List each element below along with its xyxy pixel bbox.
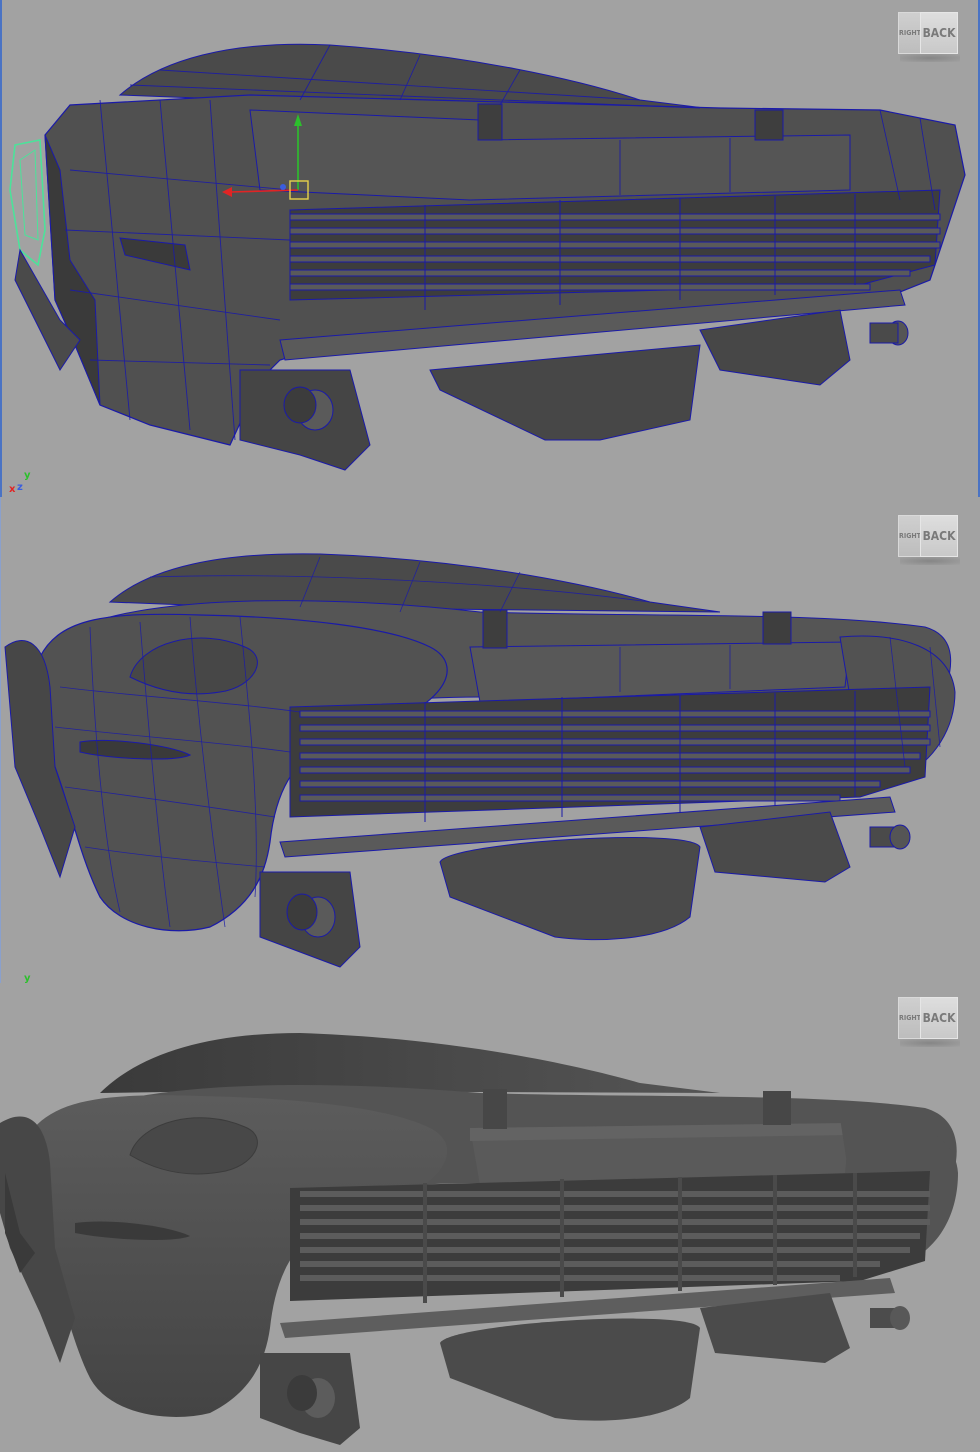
car-rear-mesh-low[interactable] <box>0 0 980 497</box>
viewcube-right-face[interactable]: RIGHT <box>898 515 922 557</box>
viewcube-icon[interactable]: RIGHT BACK <box>898 511 968 567</box>
axis-x-label: x <box>9 484 16 495</box>
viewport-wireframe-low[interactable]: RIGHT BACK y x z <box>0 0 980 497</box>
viewcube-shadow <box>900 557 960 565</box>
viewcube-shadow <box>900 54 960 62</box>
viewcube-icon[interactable]: RIGHT BACK <box>898 993 968 1049</box>
viewport-shaded-smooth[interactable]: RIGHT BACK <box>0 983 980 1452</box>
viewcube-back-face[interactable]: BACK <box>920 997 958 1039</box>
axis-y-label: y <box>24 973 31 983</box>
viewport-wireframe-smooth[interactable]: RIGHT BACK y <box>0 497 980 983</box>
viewcube-back-face[interactable]: BACK <box>920 12 958 54</box>
axis-y-label: y <box>24 470 31 481</box>
viewcube-icon[interactable]: RIGHT BACK <box>898 8 968 64</box>
car-rear-mesh-smooth[interactable] <box>0 497 980 983</box>
axis-z-label: z <box>17 482 23 493</box>
viewcube-shadow <box>900 1039 960 1047</box>
viewcube-right-face[interactable]: RIGHT <box>898 997 922 1039</box>
viewcube-back-face[interactable]: BACK <box>920 515 958 557</box>
car-rear-shaded[interactable] <box>0 983 980 1452</box>
viewcube-right-face[interactable]: RIGHT <box>898 12 922 54</box>
